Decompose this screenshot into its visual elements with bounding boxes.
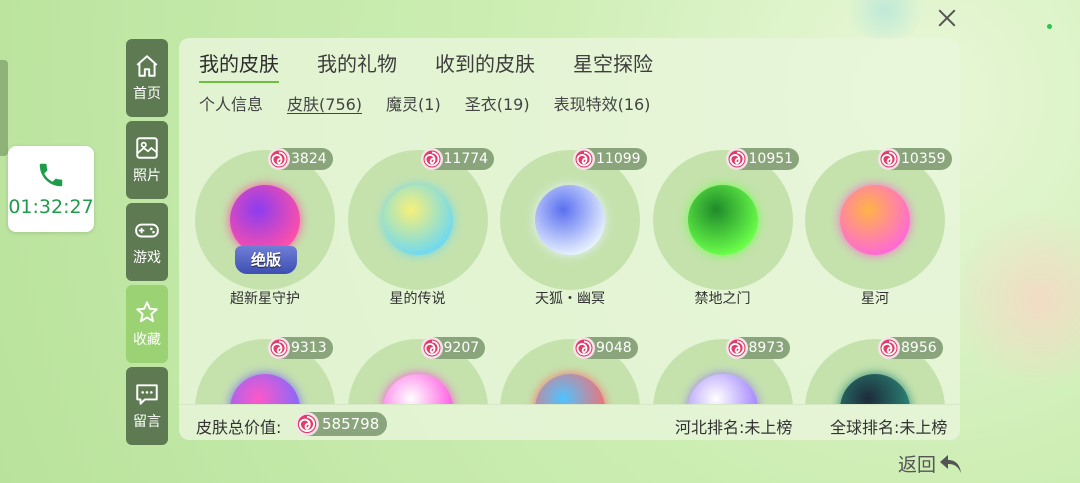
total-value-label: 皮肤总价值: — [196, 418, 282, 437]
back-arrow-icon — [940, 454, 962, 473]
skin-item[interactable]: 11774 星的传说 — [347, 142, 495, 312]
skin-value: 3824 — [291, 151, 327, 167]
back-label: 返回 — [898, 454, 937, 476]
skin-name: 天狐・幽冥 — [535, 291, 605, 307]
subtab-armor[interactable]: 圣衣(19) — [465, 91, 530, 115]
skin-value: 8973 — [748, 340, 785, 356]
photo-icon — [136, 137, 158, 159]
sidebar-item-games[interactable]: 游戏 — [126, 203, 168, 281]
candy-icon — [295, 412, 319, 436]
sidebar-item-favorites[interactable]: 收藏 — [126, 285, 168, 363]
edge-handle[interactable] — [0, 60, 8, 156]
home-icon — [136, 55, 158, 77]
candy-icon — [878, 337, 900, 359]
skin-item[interactable]: 8973 — [652, 331, 793, 404]
skins-panel: 我的皮肤 我的礼物 收到的皮肤 星空探险 个人信息 皮肤(756) 魔灵(1) … — [179, 38, 960, 440]
tab-my-skins[interactable]: 我的皮肤 — [199, 48, 279, 83]
candy-icon — [420, 148, 443, 170]
sidebar-item-home[interactable]: 首页 — [126, 39, 168, 117]
subtab-skins[interactable]: 皮肤(756) — [287, 91, 362, 115]
skin-orb-image — [535, 185, 605, 255]
background-blob — [960, 200, 1080, 400]
candy-icon — [268, 148, 290, 170]
skin-item[interactable]: 10359 星河 — [805, 142, 952, 312]
tab-my-gifts[interactable]: 我的礼物 — [317, 48, 397, 83]
skin-orb-image — [230, 185, 300, 255]
candy-icon — [268, 337, 290, 359]
tab-received-skins[interactable]: 收到的皮肤 — [435, 48, 535, 83]
skin-value-badge: 11774 — [420, 148, 495, 170]
skin-value: 9207 — [443, 340, 480, 356]
skin-orb-image — [687, 185, 758, 255]
candy-icon — [573, 337, 595, 359]
skin-name: 禁地之门 — [694, 291, 751, 307]
limited-edition-badge: 绝版 — [235, 246, 297, 274]
footer-bar: 皮肤总价值: 585798 河北排名:未上榜 全球排名:未上榜 — [179, 404, 960, 440]
subtab-spirits[interactable]: 魔灵(1) — [386, 91, 441, 115]
skin-name: 星河 — [861, 291, 889, 307]
back-button[interactable]: 返回 — [898, 450, 964, 477]
skin-item[interactable]: 3824 绝版超新星守护 — [195, 142, 335, 312]
call-timer: 01:32:27 — [8, 196, 94, 218]
skin-grid[interactable]: 3824 绝版 超新星守护 11774 星的传说 11099 天狐・幽冥 10951 禁地之门 1… — [179, 138, 960, 404]
sidebar-item-label: 游戏 — [133, 250, 161, 266]
skin-orb-image — [382, 185, 453, 255]
skin-name: 超新星守护 — [230, 291, 300, 307]
sidebar-item-label: 留言 — [133, 414, 161, 430]
gamepad-icon — [135, 223, 159, 238]
candy-icon — [878, 148, 900, 170]
skin-value-badge: 8956 — [878, 337, 943, 359]
sidebar-item-label: 照片 — [133, 168, 161, 184]
close-icon[interactable] — [936, 7, 958, 29]
subtab-effects[interactable]: 表现特效(16) — [554, 91, 651, 115]
skin-item[interactable]: 11099 天狐・幽冥 — [500, 142, 647, 312]
star-icon — [136, 301, 158, 323]
sub-tabs: 个人信息 皮肤(756) 魔灵(1) 圣衣(19) 表现特效(16) — [199, 91, 674, 115]
skin-value-badge: 8973 — [725, 337, 791, 359]
skin-orb-image — [840, 185, 910, 255]
skin-value: 10951 — [748, 151, 794, 167]
skin-item[interactable]: 9048 — [500, 331, 640, 404]
skin-value-badge: 3824 — [268, 148, 333, 170]
total-value-badge: 585798 — [295, 412, 388, 436]
candy-icon — [573, 148, 595, 170]
tab-star-adventure[interactable]: 星空探险 — [573, 48, 653, 83]
global-rank: 全球排名:未上榜 — [830, 418, 948, 437]
skin-value: 9048 — [596, 340, 632, 356]
call-widget[interactable]: 01:32:27 — [8, 146, 94, 232]
skin-value-badge: 9313 — [268, 337, 333, 359]
skin-value-badge: 10951 — [725, 148, 800, 170]
region-rank: 河北排名:未上榜 — [675, 418, 793, 437]
candy-icon — [725, 148, 748, 170]
skin-item[interactable]: 10951 禁地之门 — [652, 142, 800, 312]
skin-item[interactable]: 8956 — [805, 331, 945, 404]
skin-value-badge: 9048 — [573, 337, 638, 359]
skin-value-badge: 11099 — [573, 148, 647, 170]
background-blob — [840, 0, 930, 40]
sidebar-item-label: 收藏 — [133, 332, 161, 348]
candy-icon — [420, 337, 443, 359]
skin-value: 11774 — [443, 151, 489, 167]
subtab-profile[interactable]: 个人信息 — [199, 91, 263, 115]
main-tabs: 我的皮肤 我的礼物 收到的皮肤 星空探险 — [199, 48, 691, 83]
sidebar-item-photos[interactable]: 照片 — [126, 121, 168, 199]
sidebar: 首页 照片 游戏 收藏 留言 — [126, 39, 168, 449]
skin-value: 8956 — [901, 340, 937, 356]
skin-name: 星的传说 — [389, 291, 446, 307]
skin-value-badge: 9207 — [420, 337, 486, 359]
skin-value-badge: 10359 — [878, 148, 952, 170]
sidebar-item-messages[interactable]: 留言 — [126, 367, 168, 445]
skin-value: 10359 — [901, 151, 946, 167]
skin-value: 11099 — [596, 151, 641, 167]
message-icon — [136, 384, 158, 405]
candy-icon — [725, 337, 748, 359]
total-value: 585798 — [322, 415, 380, 433]
skin-item[interactable]: 9207 — [347, 331, 488, 404]
sidebar-item-label: 首页 — [133, 86, 161, 102]
skin-value: 9313 — [291, 340, 327, 356]
status-dot — [1047, 24, 1052, 29]
skin-item[interactable]: 9313 — [195, 331, 335, 404]
phone-icon — [39, 163, 63, 187]
